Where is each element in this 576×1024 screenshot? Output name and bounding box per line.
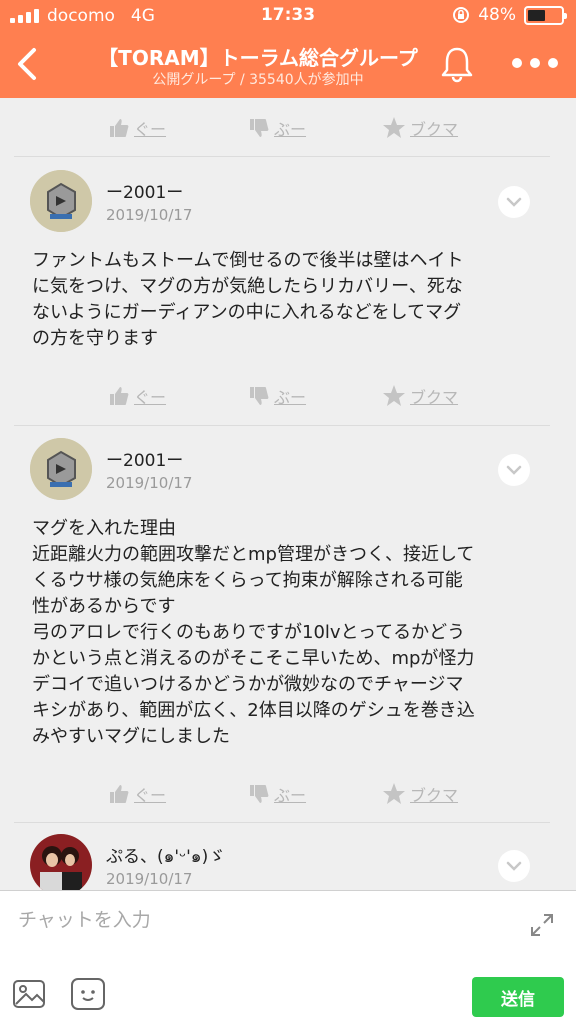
chevron-down-icon[interactable] — [498, 186, 530, 218]
avatar-image — [30, 170, 92, 232]
chevron-down-icon[interactable] — [498, 454, 530, 486]
like-button[interactable]: ぐー — [108, 384, 166, 408]
thumbs-up-icon — [110, 119, 129, 137]
avatar[interactable] — [30, 834, 92, 890]
post-actions: ぐー ぶー ブクマ — [0, 774, 576, 814]
header-bar: docomo 4G 17:33 48% 【TORAM】トーラム総合グループ 公開… — [0, 0, 576, 98]
like-label: ぐー — [134, 786, 167, 805]
like-button[interactable]: ぐー — [108, 116, 166, 140]
star-icon — [383, 117, 405, 138]
group-title: 【TORAM】トーラム総合グループ — [98, 46, 418, 70]
thumbs-down-icon — [250, 785, 269, 803]
dislike-label: ぶー — [274, 120, 307, 139]
send-button[interactable]: 送信 — [472, 977, 564, 1017]
emoji-icon[interactable] — [70, 977, 106, 1011]
bookmark-label: ブクマ — [410, 786, 459, 805]
like-label: ぐー — [134, 388, 167, 407]
bell-icon[interactable] — [438, 44, 476, 84]
star-icon — [383, 783, 405, 804]
avatar-image — [30, 834, 92, 890]
chevron-down-icon[interactable] — [498, 850, 530, 882]
dislike-button[interactable]: ぶー — [248, 384, 306, 408]
like-button[interactable]: ぐー — [108, 782, 166, 806]
post-date: 2019/10/17 — [106, 474, 193, 492]
rotation-lock-icon — [453, 7, 470, 23]
bookmark-button[interactable]: ブクマ — [382, 384, 458, 408]
chat-input-bar: チャットを入力 送信 — [0, 890, 576, 1024]
bookmark-label: ブクマ — [410, 120, 459, 139]
battery-icon — [524, 5, 567, 25]
divider — [14, 425, 550, 426]
image-icon[interactable] — [12, 979, 46, 1009]
thumbs-down-icon — [250, 387, 269, 405]
dislike-label: ぶー — [274, 786, 307, 805]
dislike-button[interactable]: ぶー — [248, 116, 306, 140]
post-username[interactable]: ぷる、(๑'ᵕ'๑)ゞ — [106, 842, 225, 870]
bookmark-button[interactable]: ブクマ — [382, 782, 458, 806]
divider — [14, 156, 550, 157]
divider — [14, 822, 550, 823]
avatar[interactable] — [30, 438, 92, 500]
star-icon — [383, 385, 405, 406]
post-username[interactable]: ー2001ー — [106, 178, 183, 203]
post-actions: ぐー ぶー ブクマ — [0, 108, 576, 148]
expand-icon[interactable] — [528, 911, 556, 939]
battery-percent: 48% — [478, 5, 516, 25]
like-label: ぐー — [134, 120, 167, 139]
thumbs-down-icon — [250, 119, 269, 137]
post-date: 2019/10/17 — [106, 870, 193, 888]
bookmark-label: ブクマ — [410, 388, 459, 407]
chat-input[interactable]: チャットを入力 — [18, 905, 151, 932]
dislike-button[interactable]: ぶー — [248, 782, 306, 806]
group-subtitle: 公開グループ / 35540人が参加中 — [152, 72, 364, 88]
post-text: マグを入れた理由 近距離火力の範囲攻撃だとmp管理がきつく、接近して くるウサ様… — [32, 518, 475, 747]
thumbs-up-icon — [110, 785, 129, 803]
post-text: ファントムもストームで倒せるので後半は壁はヘイト に気をつけ、マグの方が気絶した… — [32, 250, 464, 349]
thumbs-up-icon — [110, 387, 129, 405]
message-list[interactable]: ぐー ぶー ブクマ ー2001ー 2019/10/17 ファントムもストームで倒… — [0, 98, 576, 890]
post-actions: ぐー ぶー ブクマ — [0, 376, 576, 416]
avatar[interactable] — [30, 170, 92, 232]
avatar-image — [30, 438, 92, 500]
back-arrow-icon[interactable] — [8, 42, 48, 86]
status-bar: docomo 4G 17:33 48% — [0, 0, 576, 32]
post-date: 2019/10/17 — [106, 206, 193, 224]
bookmark-button[interactable]: ブクマ — [382, 116, 458, 140]
post-username[interactable]: ー2001ー — [106, 446, 183, 471]
more-menu-icon[interactable] — [512, 54, 558, 72]
dislike-label: ぶー — [274, 388, 307, 407]
